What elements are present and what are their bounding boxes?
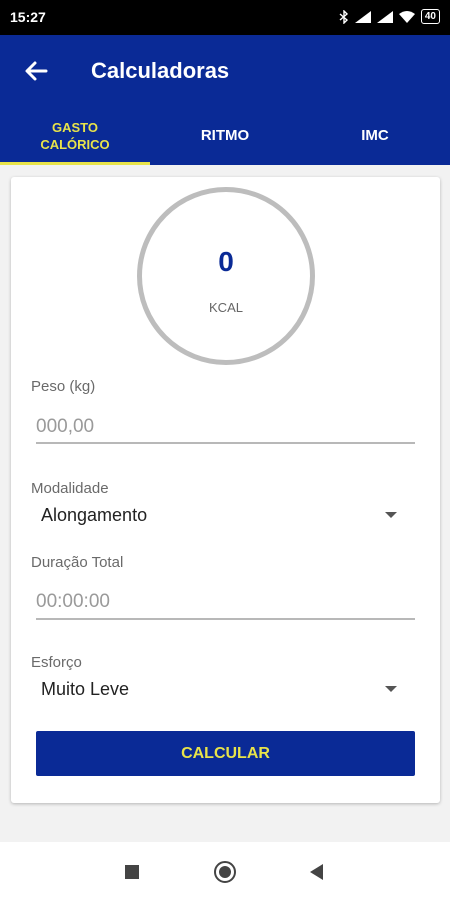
app-bar: Calculadoras: [0, 35, 450, 107]
result-ring: 0 KCAL: [137, 187, 315, 365]
tab-gasto-calorico[interactable]: GASTO CALÓRICO: [0, 107, 150, 165]
esforco-select[interactable]: Muito Leve: [41, 679, 129, 700]
recent-apps-icon[interactable]: [125, 865, 139, 879]
signal-icon: [354, 10, 371, 23]
status-bar: 15:27 40: [0, 0, 450, 35]
bluetooth-icon: [339, 9, 348, 24]
modalidade-label: Modalidade: [31, 480, 109, 497]
result-unit: KCAL: [209, 300, 243, 315]
nav-back-icon[interactable]: [310, 864, 323, 880]
peso-input-underline: [36, 442, 415, 444]
signal-icon-2: [376, 10, 393, 23]
calcular-button-label: CALCULAR: [181, 744, 270, 762]
tab-label-line2: CALÓRICO: [40, 137, 110, 152]
wifi-icon: [398, 10, 415, 23]
tab-label-line1: GASTO: [52, 120, 98, 135]
tab-ritmo[interactable]: RITMO: [150, 107, 300, 165]
peso-input[interactable]: 000,00: [36, 416, 94, 438]
esforco-dropdown-icon[interactable]: [385, 686, 397, 692]
home-icon[interactable]: [214, 861, 236, 883]
duracao-label: Duração Total: [31, 554, 124, 571]
calcular-button[interactable]: CALCULAR: [36, 731, 415, 776]
tab-bar: GASTO CALÓRICO RITMO IMC: [0, 107, 450, 165]
peso-label: Peso (kg): [31, 378, 96, 395]
page-title: Calculadoras: [91, 58, 230, 83]
status-time: 15:27: [10, 9, 46, 25]
tab-label: IMC: [361, 127, 389, 144]
esforco-label: Esforço: [31, 654, 82, 671]
calculator-card: 0 KCAL Peso (kg) 000,00 Modalidade Along…: [11, 177, 440, 803]
duracao-input-underline: [36, 618, 415, 620]
result-value: 0: [218, 246, 234, 277]
tab-imc[interactable]: IMC: [300, 107, 450, 165]
system-nav-bar: [0, 842, 450, 900]
tab-label: RITMO: [200, 127, 250, 144]
modalidade-select[interactable]: Alongamento: [41, 505, 147, 526]
modalidade-dropdown-icon[interactable]: [385, 512, 397, 518]
duracao-input[interactable]: 00:00:00: [36, 591, 110, 613]
back-arrow-icon[interactable]: [22, 57, 50, 85]
battery-indicator: 40: [420, 9, 440, 24]
status-icons: 40: [339, 9, 440, 24]
